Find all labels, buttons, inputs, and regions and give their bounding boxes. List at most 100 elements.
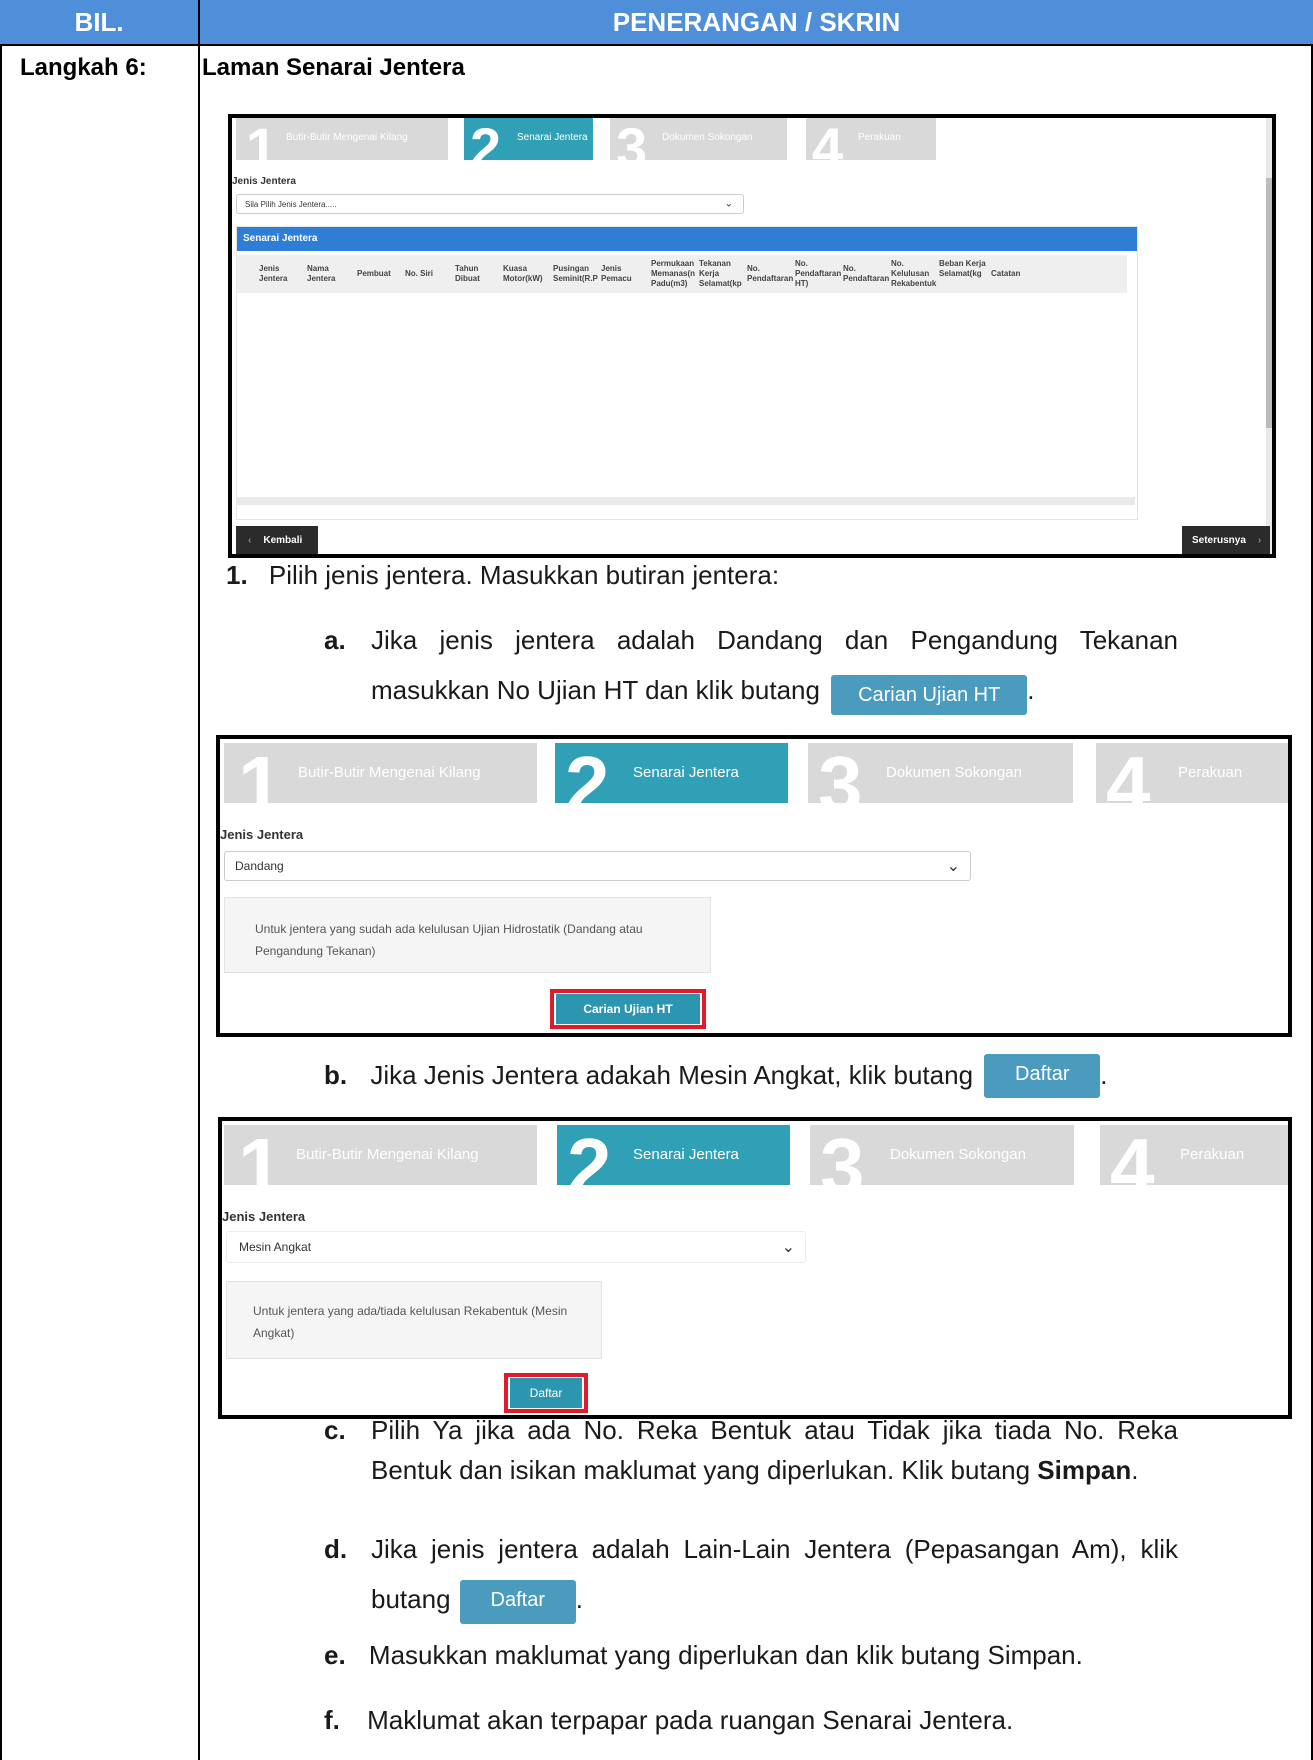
kembali-label: Kembali	[263, 534, 303, 546]
column-header: No. Kelulusan Rekabentuk	[891, 259, 937, 288]
chevron-left-icon: ‹	[248, 534, 252, 546]
step-label: Dokumen Sokongan	[886, 764, 1022, 781]
screenshot-dandang: 1 Butir-Butir Mengenai Kilang 2 Senarai …	[216, 735, 1292, 1037]
punctuation: .	[575, 1584, 583, 1614]
step-number: 4	[1106, 743, 1151, 804]
instruction-a-line2: masukkan No Ujian HT dan klik butang Car…	[371, 665, 1231, 715]
wizard-step-2[interactable]: 2 Senarai Jentera	[464, 118, 593, 160]
list-marker: e.	[324, 1640, 346, 1670]
column-header: No. Pendaftaran	[843, 264, 890, 283]
jenis-jentera-select[interactable]: Mesin Angkat ⌄	[226, 1231, 806, 1263]
seterusnya-label: Seterusnya	[1192, 534, 1246, 546]
wizard-step-3[interactable]: 3 Dokumen Sokongan	[810, 1125, 1074, 1185]
wizard-step-4[interactable]: 4 Perakuan	[1100, 1125, 1288, 1186]
table-border-middle	[198, 0, 200, 1760]
chevron-down-icon: ⌄	[946, 858, 960, 875]
daftar-button[interactable]: Daftar	[510, 1378, 582, 1408]
step-label: Perakuan	[1178, 764, 1243, 781]
punctuation: .	[1100, 1060, 1108, 1090]
table-scrollbar[interactable]	[237, 497, 1135, 505]
step-label: Senarai Jentera	[517, 132, 588, 143]
step-label: Perakuan	[858, 132, 901, 143]
instruction-text: Maklumat akan terpapar pada ruangan Sena…	[367, 1705, 1014, 1735]
wizard-step-1[interactable]: 1 Butir-Butir Mengenai Kilang	[224, 1125, 537, 1185]
instruction-text: masukkan No Ujian HT dan klik butang	[371, 675, 820, 705]
carian-ujian-ht-button[interactable]: Carian Ujian HT	[556, 994, 700, 1024]
wizard-step-2[interactable]: 2 Senarai Jentera	[555, 743, 788, 803]
wizard-stepper: 1 Butir-Butir Mengenai Kilang 2 Senarai …	[236, 118, 1196, 160]
wizard-step-3[interactable]: 3 Dokumen Sokongan	[610, 118, 787, 160]
column-header: Nama Jentera	[307, 264, 336, 283]
step-number: 4	[812, 118, 844, 161]
page-scrollbar-thumb[interactable]	[1266, 178, 1272, 428]
wizard-step-4[interactable]: 4 Perakuan	[806, 118, 936, 160]
step-label: Senarai Jentera	[633, 764, 739, 781]
select-value: Dandang	[235, 859, 284, 873]
step-label: Butir-Butir Mengenai Kilang	[286, 132, 408, 143]
instruction-d-line1: Jika jenis jentera adalah Lain-Lain Jent…	[371, 1534, 1178, 1564]
list-marker: d.	[324, 1534, 348, 1564]
punctuation: .	[1027, 675, 1035, 705]
wizard-stepper: 1 Butir-Butir Mengenai Kilang 2 Senarai …	[224, 743, 1288, 803]
table-header-row: Jenis Jentera Nama Jentera Pembuat No. S…	[237, 255, 1127, 293]
wizard-step-1[interactable]: 1 Butir-Butir Mengenai Kilang	[236, 118, 448, 160]
wizard-step-4[interactable]: 4 Perakuan	[1096, 743, 1288, 803]
wizard-step-2[interactable]: 2 Senarai Jentera	[557, 1125, 790, 1185]
step-number: 1	[238, 743, 283, 804]
step-number: 1	[246, 118, 278, 161]
column-header: Jenis Pemacu	[601, 264, 632, 283]
column-header: No. Siri	[405, 269, 434, 278]
column-header: No. Pendaftaran HT)	[795, 259, 842, 288]
column-header: No. Pendaftaran	[747, 264, 794, 283]
step-label: Senarai Jentera	[633, 1146, 739, 1163]
list-marker: a.	[324, 625, 346, 655]
step-number: 2	[470, 118, 502, 161]
wizard-stepper: 1 Butir-Butir Mengenai Kilang 2 Senarai …	[224, 1125, 1288, 1186]
header-col-bil: BIL.	[0, 0, 198, 44]
step-number: 2	[567, 1125, 612, 1186]
instruction-text: Jika Jenis Jentera adakah Mesin Angkat, …	[370, 1060, 974, 1090]
column-header: Beban Kerja Selamat(kg	[939, 259, 986, 278]
instruction-e: e. Masukkan maklumat yang diperlukan dan…	[324, 1630, 1284, 1680]
jenis-jentera-select[interactable]: Dandang ⌄	[224, 851, 971, 881]
chevron-down-icon: ⌄	[724, 198, 733, 210]
instruction-c-line1: Pilih Ya jika ada No. Reka Bentuk atau T…	[371, 1415, 1178, 1445]
page-scrollbar[interactable]	[1266, 118, 1272, 554]
step-number: 4	[1110, 1125, 1155, 1186]
jenis-jentera-label: Jenis Jentera	[222, 1209, 306, 1224]
select-value: Mesin Angkat	[239, 1240, 312, 1254]
screenshot-senarai-jentera: 1 Butir-Butir Mengenai Kilang 2 Senarai …	[228, 114, 1276, 558]
list-marker: c.	[324, 1415, 346, 1445]
instruction-b: b. Jika Jenis Jentera adakah Mesin Angka…	[324, 1050, 1284, 1100]
step-label: Langkah 6:	[20, 54, 147, 81]
carian-ujian-ht-inline-button: Carian Ujian HT	[831, 675, 1028, 715]
wizard-step-3[interactable]: 3 Dokumen Sokongan	[808, 743, 1073, 803]
wizard-step-1[interactable]: 1 Butir-Butir Mengenai Kilang	[224, 743, 537, 803]
step-number: 3	[820, 1125, 865, 1186]
column-header: Tahun Dibuat	[455, 264, 480, 283]
info-box: Untuk jentera yang ada/tiada kelulusan R…	[226, 1281, 602, 1359]
column-header: Pembuat	[357, 269, 391, 278]
instruction-a-line1: Jika jenis jentera adalah Dandang dan Pe…	[371, 625, 1178, 655]
jenis-jentera-select[interactable]: Sila Pilih Jenis Jentera..... ⌄	[236, 194, 744, 214]
step-number: 3	[616, 118, 648, 161]
screenshot-mesin-angkat: 1 Butir-Butir Mengenai Kilang 2 Senarai …	[218, 1117, 1292, 1419]
select-value: Sila Pilih Jenis Jentera.....	[245, 199, 337, 209]
step-number: 2	[565, 743, 610, 804]
table-border-top	[0, 44, 1313, 46]
chevron-right-icon: ›	[1257, 534, 1262, 546]
instruction-1: 1. Pilih jenis jentera. Masukkan butiran…	[226, 550, 1226, 600]
column-header: Permukaan Memanas(n Padu(m3)	[651, 259, 696, 288]
column-header: Catatan	[991, 269, 1021, 278]
list-marker: 1.	[226, 560, 248, 590]
instruction-text: butang	[371, 1584, 451, 1614]
instruction-a-marker: a.	[324, 615, 346, 665]
senarai-jentera-table: Senarai Jentera Jenis Jentera Nama Jente…	[236, 226, 1138, 520]
list-marker: f.	[324, 1705, 340, 1735]
info-box: Untuk jentera yang sudah ada kelulusan U…	[224, 897, 711, 973]
step-label: Perakuan	[1180, 1146, 1245, 1163]
list-marker: b.	[324, 1060, 348, 1090]
step-label: Dokumen Sokongan	[890, 1146, 1026, 1163]
step-label: Butir-Butir Mengenai Kilang	[296, 1146, 479, 1163]
instruction-c-marker: c.	[324, 1410, 346, 1450]
